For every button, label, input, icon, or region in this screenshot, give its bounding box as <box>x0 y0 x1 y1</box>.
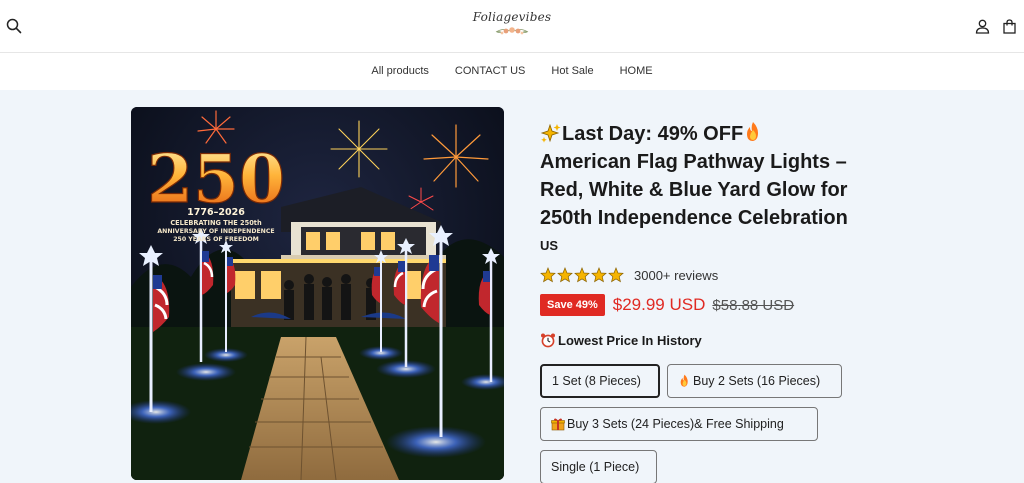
variant-label: Single (1 Piece) <box>551 460 640 474</box>
nav-contact-us[interactable]: CONTACT US <box>442 53 539 90</box>
star-icon <box>591 267 607 283</box>
variant-1-set[interactable]: 1 Set (8 Pieces) <box>540 364 660 398</box>
nav-hot-sale[interactable]: Hot Sale <box>538 53 606 90</box>
site-header: Foliagevibes <box>0 0 1024 53</box>
title-text-1: Last Day: 49% OFF <box>562 123 744 145</box>
product-title: Last Day: 49% OFF American Flag Pathway … <box>540 120 980 232</box>
lowest-price-label: Lowest Price In History <box>540 332 980 348</box>
star-icon <box>574 267 590 283</box>
sparkles-icon <box>540 123 561 143</box>
product-photo-illustration: 250 1776–2026 CELEBRATING THE 250th ANNI… <box>131 107 504 480</box>
logo-flowers-icon <box>495 27 529 35</box>
star-icon <box>557 267 573 283</box>
image-line3: 250 YEARS OF FREEDOM <box>173 236 259 243</box>
variant-3-sets[interactable]: Buy 3 Sets (24 Pieces)& Free Shipping <box>540 407 818 441</box>
main-nav: All products CONTACT US Hot Sale HOME <box>0 53 1024 90</box>
sale-price: $29.99 USD <box>612 295 706 314</box>
image-line2: ANNIVERSARY OF INDEPENDENCE <box>157 228 274 235</box>
title-line-4: 250th Independence Celebration <box>540 207 848 229</box>
compare-price: $58.88 USD <box>712 296 795 314</box>
save-badge: Save 49% <box>540 294 605 316</box>
site-logo[interactable]: Foliagevibes <box>470 8 554 42</box>
review-count[interactable]: 3000+ reviews <box>634 268 718 283</box>
star-icon <box>608 267 624 283</box>
variant-2-sets[interactable]: Buy 2 Sets (16 Pieces) <box>667 364 842 398</box>
lowest-price-text: Lowest Price In History <box>558 332 702 348</box>
logo-text: Foliagevibes <box>472 10 552 24</box>
product-info: Last Day: 49% OFF American Flag Pathway … <box>540 120 980 483</box>
bag-icon[interactable] <box>999 16 1019 36</box>
search-icon[interactable] <box>4 16 24 36</box>
fire-icon <box>680 374 688 387</box>
variant-single[interactable]: Single (1 Piece) <box>540 450 657 483</box>
variant-label: Buy 2 Sets (16 Pieces) <box>693 374 821 388</box>
variant-label: 1 Set (8 Pieces) <box>552 374 641 388</box>
product-vendor: US <box>540 238 559 253</box>
nav-home[interactable]: HOME <box>607 53 666 90</box>
title-line-3: Red, White & Blue Yard Glow for <box>540 179 848 201</box>
rating-row[interactable]: 3000+ reviews <box>540 267 980 283</box>
star-rating <box>540 267 624 283</box>
variant-label: Buy 3 Sets (24 Pieces)& Free Shipping <box>567 417 784 431</box>
price-row: Save 49% $29.99 USD $58.88 USD <box>540 294 980 316</box>
image-years: 1776–2026 <box>187 207 245 218</box>
gift-icon <box>551 418 565 431</box>
nav-all-products[interactable]: All products <box>358 53 441 90</box>
star-icon <box>540 267 556 283</box>
title-line-1: Last Day: 49% OFF <box>540 120 980 148</box>
image-line1: CELEBRATING THE 250th <box>170 219 262 227</box>
product-section: 250 1776–2026 CELEBRATING THE 250th ANNI… <box>0 90 1024 483</box>
user-icon[interactable] <box>972 16 992 36</box>
title-line-2: American Flag Pathway Lights – <box>540 151 847 173</box>
product-image[interactable]: 250 1776–2026 CELEBRATING THE 250th ANNI… <box>131 107 504 480</box>
alarm-clock-icon <box>541 333 555 348</box>
fire-icon <box>747 122 759 141</box>
